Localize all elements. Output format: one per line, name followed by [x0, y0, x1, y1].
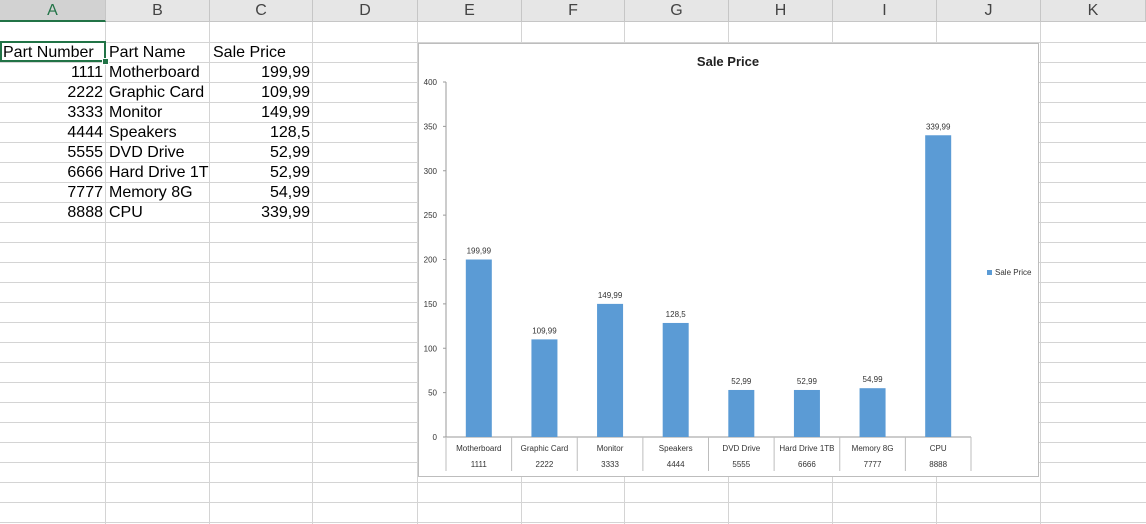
part-name-cell[interactable]: CPU: [106, 203, 210, 223]
column-header-i[interactable]: I: [833, 0, 937, 22]
sale-price-cell[interactable]: 199,99: [210, 63, 313, 83]
sale-price-cell[interactable]: 54,99: [210, 183, 313, 203]
legend-label: Sale Price: [995, 268, 1032, 277]
chart-svg: Sale Price 0 50 100 150 200 250 300 350 400 199,99…: [424, 54, 1032, 471]
y-tick-label: 250: [424, 211, 438, 220]
legend-swatch: [987, 270, 992, 275]
part-name-cell[interactable]: DVD Drive: [106, 143, 210, 163]
sale-price-cell[interactable]: 149,99: [210, 103, 313, 123]
x-subcategory-label: 8888: [929, 460, 947, 469]
y-tick-label: 400: [424, 78, 438, 87]
column-header-b[interactable]: B: [106, 0, 210, 22]
data-label: 52,99: [731, 377, 752, 386]
bar-speakers: [662, 322, 689, 437]
fill-handle[interactable]: [102, 58, 109, 65]
part-number-cell[interactable]: 8888: [0, 203, 106, 223]
grid-column-line: [1040, 22, 1041, 524]
bar-monitor: [597, 303, 624, 437]
y-tick-label: 300: [424, 167, 438, 176]
x-subcategory-label: 5555: [732, 460, 750, 469]
y-tick-label: 150: [424, 300, 438, 309]
part-number-cell[interactable]: 4444: [0, 123, 106, 143]
part-number-cell[interactable]: 1111: [0, 63, 106, 83]
sale-price-chart[interactable]: Sale Price 0 50 100 150 200 250 300 350 400 199,99…: [418, 43, 1039, 477]
part-name-cell[interactable]: Hard Drive 1TI: [106, 163, 210, 183]
column-header-h[interactable]: H: [729, 0, 833, 22]
x-category-label: Monitor: [597, 444, 624, 453]
x-subcategory-label: 6666: [798, 460, 816, 469]
sale-price-cell[interactable]: 52,99: [210, 163, 313, 183]
x-subcategory-label: 1111: [471, 460, 488, 469]
part-name-cell[interactable]: Speakers: [106, 123, 210, 143]
bar-hard-drive-1tb: [793, 389, 820, 437]
x-subcategory-label: 3333: [601, 460, 619, 469]
y-tick-label: 100: [424, 344, 438, 353]
column-header-f[interactable]: F: [522, 0, 625, 22]
sale-price-cell[interactable]: 339,99: [210, 203, 313, 223]
chart-title: Sale Price: [697, 54, 759, 69]
x-subcategory-label: 7777: [864, 460, 882, 469]
part-name-cell[interactable]: Monitor: [106, 103, 210, 123]
x-category-label: Motherboard: [456, 444, 501, 453]
data-label: 54,99: [863, 375, 884, 384]
y-tick-label: 50: [428, 389, 437, 398]
part-number-cell[interactable]: 3333: [0, 103, 106, 123]
y-tick-label: 0: [433, 433, 438, 442]
x-category-label: Speakers: [659, 444, 693, 453]
grid-row-line: [0, 502, 1146, 503]
part-name-cell[interactable]: Motherboard: [106, 63, 210, 83]
x-category-label: CPU: [930, 444, 947, 453]
active-cell-selection[interactable]: [0, 41, 106, 62]
grid-row-line: [0, 522, 1146, 523]
bar-graphic-card: [531, 339, 558, 437]
part-number-cell[interactable]: 6666: [0, 163, 106, 183]
part-number-cell[interactable]: 7777: [0, 183, 106, 203]
data-label: 149,99: [598, 291, 623, 300]
part-name-cell[interactable]: Graphic Card: [106, 83, 210, 103]
column-header-g[interactable]: G: [625, 0, 729, 22]
data-label: 128,5: [666, 310, 687, 319]
column-header-j[interactable]: J: [937, 0, 1041, 22]
data-label: 339,99: [926, 122, 951, 131]
part-name-cell[interactable]: Memory 8G: [106, 183, 210, 203]
y-tick-label: 200: [424, 256, 438, 265]
x-category-label: Hard Drive 1TB: [779, 444, 834, 453]
column-header-c[interactable]: C: [210, 0, 313, 22]
part-number-cell[interactable]: 2222: [0, 83, 106, 103]
bar-dvd-drive: [728, 389, 755, 437]
column-header-e[interactable]: E: [418, 0, 522, 22]
x-category-label: DVD Drive: [722, 444, 760, 453]
column-header-a[interactable]: A: [0, 0, 106, 22]
bar-motherboard: [465, 259, 492, 437]
part-number-cell[interactable]: 5555: [0, 143, 106, 163]
x-subcategory-label: 4444: [667, 460, 685, 469]
sale-price-cell[interactable]: 52,99: [210, 143, 313, 163]
header-cell[interactable]: Part Name: [106, 43, 210, 63]
bar-memory-8g: [859, 388, 886, 437]
grid-row-line: [0, 482, 1146, 483]
sale-price-cell[interactable]: 128,5: [210, 123, 313, 143]
data-label: 52,99: [797, 377, 818, 386]
x-category-label: Memory 8G: [852, 444, 894, 453]
y-tick-label: 350: [424, 122, 438, 131]
column-header-d[interactable]: D: [313, 0, 418, 22]
header-cell[interactable]: Sale Price: [210, 43, 313, 63]
column-header-k[interactable]: K: [1041, 0, 1146, 22]
bar-cpu: [925, 135, 952, 437]
sale-price-cell[interactable]: 109,99: [210, 83, 313, 103]
x-category-label: Graphic Card: [521, 444, 569, 453]
data-label: 199,99: [467, 247, 492, 256]
x-subcategory-label: 2222: [536, 460, 554, 469]
data-label: 109,99: [532, 326, 557, 335]
